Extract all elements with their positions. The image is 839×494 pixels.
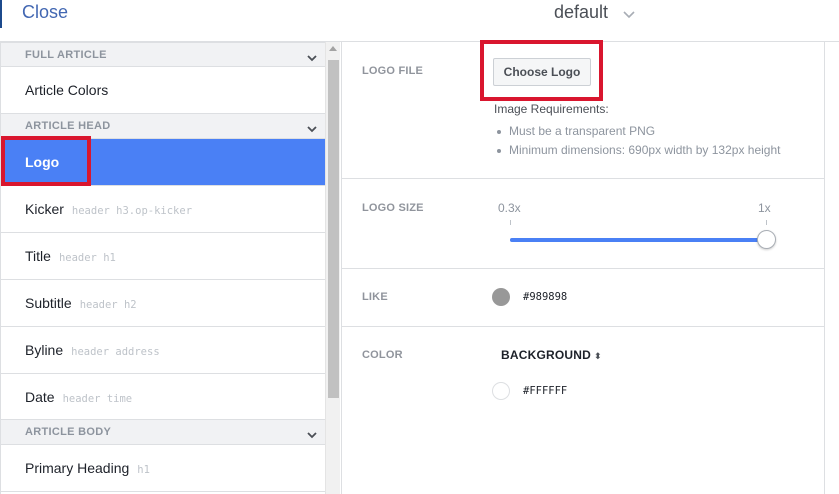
requirement-item: Minimum dimensions: 690px width by 132px… bbox=[494, 143, 780, 162]
section-header-full-article[interactable]: FULL ARTICLE bbox=[1, 42, 325, 67]
slider-fill bbox=[510, 238, 767, 242]
like-color-swatch[interactable] bbox=[492, 288, 510, 306]
css-selector: h1 bbox=[137, 464, 150, 476]
size-max-label: 1x bbox=[758, 201, 771, 215]
sidebar-item-title[interactable]: Title header h1 bbox=[1, 233, 325, 280]
item-name: Kicker bbox=[25, 201, 64, 217]
requirements-title: Image Requirements: bbox=[494, 102, 609, 116]
sidebar-item-label: Title header h1 bbox=[25, 248, 116, 264]
slider-tick-min bbox=[510, 220, 511, 225]
requirement-item: Must be a transparent PNG bbox=[494, 124, 780, 143]
sort-caret-icon: ⬍ bbox=[594, 351, 602, 361]
sidebar-item-label: Primary Heading h1 bbox=[25, 460, 150, 476]
color-target-dropdown[interactable]: BACKGROUND ⬍ bbox=[501, 348, 602, 362]
section-title: ARTICLE BODY bbox=[25, 426, 112, 438]
logo-size-slider-handle[interactable] bbox=[757, 230, 776, 249]
css-selector: header h1 bbox=[58, 252, 116, 264]
color-label: COLOR bbox=[362, 349, 403, 361]
like-color-hex: #989898 bbox=[523, 291, 568, 303]
sidebar-item-logo[interactable]: Logo bbox=[1, 139, 325, 186]
slider-tick-max bbox=[766, 220, 767, 225]
like-row: LIKE #989898 bbox=[342, 269, 824, 327]
like-label: LIKE bbox=[362, 291, 388, 303]
logo-file-label: LOGO FILE bbox=[362, 65, 424, 77]
top-bar-edge bbox=[0, 0, 2, 28]
sidebar-scrollbar[interactable] bbox=[325, 42, 340, 494]
size-min-label: 0.3x bbox=[498, 201, 521, 215]
chevron-down-icon bbox=[307, 120, 317, 138]
css-selector: header time bbox=[62, 393, 133, 405]
logo-size-row: LOGO SIZE 0.3x 1x bbox=[342, 179, 824, 269]
background-color-swatch[interactable] bbox=[492, 382, 510, 400]
background-color-hex: #FFFFFF bbox=[523, 385, 568, 397]
requirements-list: Must be a transparent PNG Minimum dimens… bbox=[494, 124, 780, 162]
css-selector: header h2 bbox=[79, 299, 137, 311]
sidebar-item-article-colors[interactable]: Article Colors bbox=[1, 67, 325, 114]
sidebar-item-date[interactable]: Date header time bbox=[1, 374, 325, 420]
css-selector: header address bbox=[71, 346, 160, 358]
close-link[interactable]: Close bbox=[22, 2, 68, 23]
chevron-down-icon bbox=[307, 426, 317, 444]
settings-panel: LOGO FILE Choose Logo Image Requirements… bbox=[341, 42, 824, 494]
color-row: COLOR BACKGROUND ⬍ #FFFFFF bbox=[342, 327, 824, 494]
style-editor-window: Close default FULL ARTICLE Article Color… bbox=[0, 0, 839, 494]
item-name: Primary Heading bbox=[25, 460, 130, 476]
sidebar-item-label: Logo bbox=[25, 154, 60, 170]
sidebar-item-label: Kicker header h3.op-kicker bbox=[25, 201, 192, 217]
top-bar: Close default bbox=[0, 0, 839, 42]
sidebar-item-label: Byline header address bbox=[25, 342, 160, 358]
logo-size-slider-track[interactable] bbox=[510, 238, 767, 242]
element-sidebar: FULL ARTICLE Article Colors ARTICLE HEAD… bbox=[0, 42, 325, 494]
sidebar-item-label: Subtitle header h2 bbox=[25, 295, 137, 311]
section-header-article-head[interactable]: ARTICLE HEAD bbox=[1, 114, 325, 139]
sidebar-item-label: Date header time bbox=[25, 389, 132, 405]
sidebar-item-kicker[interactable]: Kicker header h3.op-kicker bbox=[1, 186, 325, 233]
logo-size-label: LOGO SIZE bbox=[362, 202, 424, 214]
css-selector: header h3.op-kicker bbox=[71, 205, 193, 217]
section-title: FULL ARTICLE bbox=[25, 49, 107, 61]
section-header-article-body[interactable]: ARTICLE BODY bbox=[1, 420, 325, 445]
section-title: ARTICLE HEAD bbox=[25, 120, 111, 132]
item-name: Date bbox=[25, 389, 55, 405]
sidebar-item-label: Article Colors bbox=[25, 82, 109, 98]
chevron-down-icon bbox=[307, 49, 317, 67]
scroll-up-arrow-icon[interactable] bbox=[329, 46, 337, 51]
style-name: default bbox=[554, 2, 609, 22]
panel-scrollbar[interactable] bbox=[824, 42, 839, 494]
style-selector[interactable]: default bbox=[554, 2, 635, 24]
choose-logo-button[interactable]: Choose Logo bbox=[493, 58, 591, 86]
sidebar-item-primary-heading[interactable]: Primary Heading h1 bbox=[1, 445, 325, 492]
item-name: Byline bbox=[25, 342, 64, 358]
scrollbar-thumb[interactable] bbox=[328, 60, 339, 398]
sidebar-item-subtitle[interactable]: Subtitle header h2 bbox=[1, 280, 325, 327]
item-name: Subtitle bbox=[25, 295, 72, 311]
sidebar-item-byline[interactable]: Byline header address bbox=[1, 327, 325, 374]
logo-file-row: LOGO FILE Choose Logo Image Requirements… bbox=[342, 42, 824, 179]
dropdown-value: BACKGROUND bbox=[501, 348, 591, 362]
chevron-down-icon bbox=[623, 3, 635, 24]
item-name: Title bbox=[25, 248, 51, 264]
